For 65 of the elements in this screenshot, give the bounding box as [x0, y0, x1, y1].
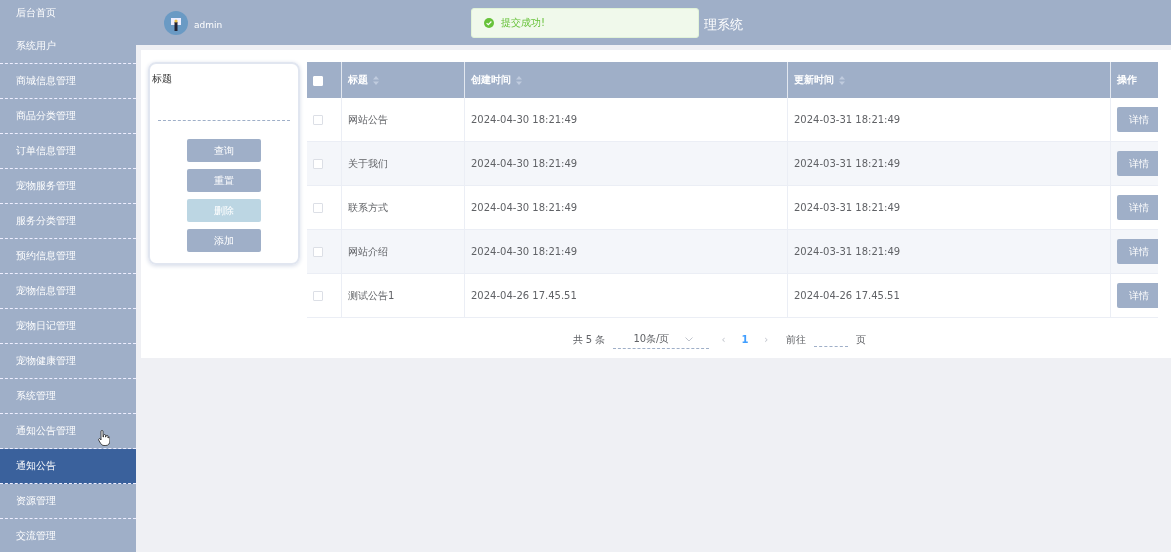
sidebar-item[interactable]: 通知公告	[0, 449, 136, 484]
system-title: 理系统	[704, 15, 744, 34]
table-cell: 2024-03-31 18:21:49	[794, 246, 901, 257]
table-cell: 2024-04-30 18:21:49	[471, 114, 578, 125]
column-header[interactable]: 更新时间	[794, 73, 845, 87]
avatar-icon	[164, 10, 188, 35]
sidebar-item[interactable]: 宠物日记管理	[0, 309, 136, 344]
select-all-checkbox[interactable]	[313, 75, 323, 86]
search-panel-button[interactable]: 重置	[187, 169, 261, 192]
chevron-down-icon	[685, 336, 694, 342]
column-header[interactable]: 创建时间	[471, 73, 522, 87]
sidebar-item[interactable]: 后台首页	[0, 0, 136, 29]
sidebar-item[interactable]: 商品分类管理	[0, 99, 136, 134]
detail-button[interactable]: 详情	[1117, 239, 1158, 264]
sort-icon[interactable]	[516, 75, 522, 85]
row-checkbox[interactable]	[313, 291, 323, 301]
column-header[interactable]: 操作	[1117, 73, 1137, 87]
sidebar-item[interactable]: 预约信息管理	[0, 239, 136, 274]
detail-button[interactable]: 详情	[1117, 107, 1158, 132]
user-name: admin	[194, 19, 223, 30]
sidebar-item[interactable]: 商城信息管理	[0, 64, 136, 99]
search-panel-button[interactable]: 查询	[187, 139, 261, 162]
table-cell: 2024-04-26 17.45.51	[794, 290, 900, 301]
sidebar-item[interactable]: 交流管理	[0, 519, 136, 552]
next-page-button[interactable]: ›	[760, 334, 773, 345]
total-count: 共 5 条	[572, 332, 606, 347]
sidebar-item[interactable]: 宠物服务管理	[0, 169, 136, 204]
table-cell: 2024-04-26 17.45.51	[471, 290, 577, 301]
previous-page-button[interactable]: ‹	[717, 334, 730, 345]
sidebar-item[interactable]: 订单信息管理	[0, 134, 136, 169]
sidebar-item[interactable]: 系统管理	[0, 379, 136, 414]
sort-icon[interactable]	[373, 75, 379, 85]
table-cell: 网站介绍	[348, 245, 388, 257]
detail-button[interactable]: 详情	[1117, 151, 1158, 176]
check-circle-icon	[484, 18, 494, 28]
table-cell: 联系方式	[348, 201, 388, 213]
row-checkbox[interactable]	[313, 247, 323, 257]
detail-button[interactable]: 详情	[1117, 283, 1158, 308]
table-cell: 2024-04-30 18:21:49	[471, 202, 578, 213]
row-checkbox[interactable]	[313, 159, 323, 169]
sidebar-item[interactable]: 宠物信息管理	[0, 274, 136, 309]
table-cell: 测试公告1	[348, 289, 395, 301]
table-cell: 2024-04-30 18:21:49	[471, 246, 578, 257]
table-cell: 2024-04-30 18:21:49	[471, 158, 578, 169]
row-checkbox[interactable]	[313, 203, 323, 213]
page-size-select[interactable]: 10条/页	[613, 330, 710, 349]
page-number[interactable]: 1	[737, 334, 753, 345]
sidebar-item[interactable]: 宠物健康管理	[0, 344, 136, 379]
goto-label: 前往	[786, 332, 807, 347]
table-cell: 2024-03-31 18:21:49	[794, 158, 901, 169]
column-header[interactable]: 标题	[348, 73, 379, 87]
table-cell: 关于我们	[348, 157, 388, 169]
table-cell: 2024-03-31 18:21:49	[794, 202, 901, 213]
detail-button[interactable]: 详情	[1117, 195, 1158, 220]
table-cell: 网站公告	[348, 113, 388, 125]
sort-icon[interactable]	[839, 75, 845, 85]
table-cell: 2024-03-31 18:21:49	[794, 114, 901, 125]
page-unit: 页	[856, 332, 867, 347]
toast-message: 提交成功!	[501, 16, 545, 30]
sidebar-item[interactable]: 服务分类管理	[0, 204, 136, 239]
search-panel-button[interactable]: 添加	[187, 229, 261, 252]
hand-cursor-icon	[98, 430, 110, 446]
title-label: 标题	[152, 72, 173, 86]
row-checkbox[interactable]	[313, 115, 323, 125]
sidebar-item[interactable]: 资源管理	[0, 484, 136, 519]
